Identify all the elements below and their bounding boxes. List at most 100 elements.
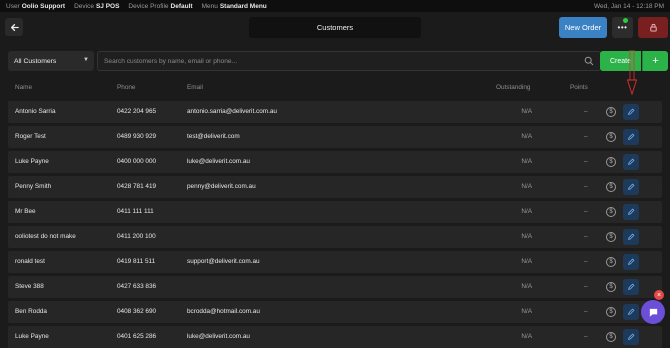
table-header: Name Phone Email Outstanding Points — [8, 79, 662, 97]
table-row[interactable]: ronald test 0419 811 511 support@deliver… — [8, 251, 662, 273]
dollar-circle-icon[interactable]: $ — [606, 257, 616, 267]
customers-table: Name Phone Email Outstanding Points Anto… — [8, 79, 662, 348]
arrow-left-icon — [10, 23, 19, 31]
customer-outstanding: N/A — [521, 133, 532, 140]
customer-email: support@deliverit.com.au — [187, 258, 260, 265]
chat-icon — [649, 308, 657, 317]
status-device: Device SJ POS — [74, 2, 120, 10]
customer-outstanding: N/A — [521, 233, 532, 240]
table-row[interactable]: Steve 388 0427 633 836 N/A – $ — [8, 276, 662, 298]
customer-email: penny@deliverit.com.au — [187, 183, 256, 190]
dollar-circle-icon[interactable]: $ — [606, 307, 616, 317]
customer-phone: 0411 200 100 — [117, 233, 156, 240]
customer-points: – — [584, 283, 588, 290]
customer-name: Penny Smith — [15, 183, 52, 190]
customer-name: Luke Payne — [15, 158, 49, 165]
customer-phone: 0422 204 965 — [117, 108, 157, 115]
edit-customer-button[interactable] — [623, 279, 639, 295]
customer-email: test@deliverit.com — [187, 133, 240, 140]
dollar-circle-icon[interactable]: $ — [606, 182, 616, 192]
table-row[interactable]: Antonio Sarria 0422 204 965 antonio.sarr… — [8, 101, 662, 123]
new-order-button[interactable]: New Order — [559, 17, 607, 38]
page-title: Customers — [249, 17, 421, 38]
table-row[interactable]: Luke Payne 0400 000 000 luke@deliverit.c… — [8, 151, 662, 173]
add-customer-button[interactable]: + — [642, 51, 668, 71]
pencil-icon — [628, 133, 635, 140]
pencil-icon — [628, 208, 635, 215]
table-row[interactable]: Luke Payne 0401 625 286 luke@deliverit.c… — [8, 326, 662, 348]
pencil-icon — [628, 158, 635, 165]
online-status-indicator — [623, 18, 628, 23]
customer-phone: 0401 625 286 — [117, 333, 157, 340]
customer-outstanding: N/A — [521, 333, 532, 340]
customer-email: antonio.sarria@deliverit.com.au — [187, 108, 277, 115]
search-input[interactable] — [104, 52, 574, 70]
customer-points: – — [584, 108, 588, 115]
edit-customer-button[interactable] — [623, 204, 639, 220]
search-box[interactable] — [97, 51, 601, 71]
pencil-icon — [628, 333, 635, 340]
edit-customer-button[interactable] — [623, 329, 639, 345]
column-header-name: Name — [15, 84, 33, 91]
customer-points: – — [584, 333, 588, 340]
table-row[interactable]: Mr Bee 0411 111 111 N/A – $ — [8, 201, 662, 223]
table-row[interactable]: Penny Smith 0428 781 419 penny@deliverit… — [8, 176, 662, 198]
edit-customer-button[interactable] — [623, 179, 639, 195]
column-header-outstanding: Outstanding — [496, 84, 531, 91]
search-icon — [584, 56, 594, 66]
customer-phone: 0400 000 000 — [117, 158, 157, 165]
dollar-circle-icon[interactable]: $ — [606, 132, 616, 142]
dollar-circle-icon[interactable]: $ — [606, 282, 616, 292]
customer-toolbar: All Customers ▼ Create + — [8, 51, 668, 71]
customer-filter-select[interactable]: All Customers ▼ — [8, 51, 94, 71]
top-bar: Customers New Order ••• — [0, 12, 670, 44]
table-row[interactable]: Ben Rodda 0408 362 690 bcrodda@hotmail.c… — [8, 301, 662, 323]
close-chat-button[interactable]: × — [654, 290, 664, 300]
dollar-circle-icon[interactable]: $ — [606, 232, 616, 242]
dollar-circle-icon[interactable]: $ — [606, 107, 616, 117]
table-row[interactable]: ooliotest do not make 0411 200 100 N/A –… — [8, 226, 662, 248]
edit-customer-button[interactable] — [623, 129, 639, 145]
customer-name: Luke Payne — [15, 333, 49, 340]
customer-points: – — [584, 233, 588, 240]
status-device-profile: Device Profile Default — [128, 2, 193, 10]
dollar-circle-icon[interactable]: $ — [606, 207, 616, 217]
status-bar: User Oolio Support Device SJ POS Device Pr… — [0, 0, 670, 12]
edit-customer-button[interactable] — [623, 304, 639, 320]
customer-outstanding: N/A — [521, 158, 532, 165]
pencil-icon — [628, 108, 635, 115]
pencil-icon — [628, 233, 635, 240]
dollar-circle-icon[interactable]: $ — [606, 157, 616, 167]
table-scrollbar[interactable] — [664, 79, 668, 344]
customer-name: ronald test — [15, 258, 45, 265]
table-row[interactable]: Roger Test 0489 930 929 test@deliverit.c… — [8, 126, 662, 148]
pencil-icon — [628, 308, 635, 315]
column-header-email: Email — [187, 84, 203, 91]
customer-name: Mr Bee — [15, 208, 36, 215]
status-menu: Menu Standard Menu — [201, 2, 267, 10]
dollar-circle-icon[interactable]: $ — [606, 332, 616, 342]
customer-email: bcrodda@hotmail.com.au — [187, 308, 260, 315]
customer-outstanding: N/A — [521, 283, 532, 290]
edit-customer-button[interactable] — [623, 254, 639, 270]
column-header-phone: Phone — [117, 84, 136, 91]
customer-name: Steve 388 — [15, 283, 44, 290]
customer-email: luke@deliverit.com.au — [187, 333, 250, 340]
customer-points: – — [584, 208, 588, 215]
customer-points: – — [584, 308, 588, 315]
back-button[interactable] — [5, 18, 23, 36]
status-datetime: Wed, Jan 14 - 12:18 PM — [594, 2, 664, 10]
customer-filter-value: All Customers — [14, 57, 57, 65]
customer-outstanding: N/A — [521, 258, 532, 265]
customer-email: luke@deliverit.com.au — [187, 158, 250, 165]
pencil-icon — [628, 283, 635, 290]
edit-customer-button[interactable] — [623, 104, 639, 120]
lock-button[interactable] — [638, 17, 668, 38]
customer-name: Roger Test — [15, 133, 46, 140]
customer-phone: 0428 781 419 — [117, 183, 157, 190]
edit-customer-button[interactable] — [623, 154, 639, 170]
chat-launcher-button[interactable] — [641, 300, 665, 324]
customer-name: ooliotest do not make — [15, 233, 76, 240]
edit-customer-button[interactable] — [623, 229, 639, 245]
pencil-icon — [628, 258, 635, 265]
